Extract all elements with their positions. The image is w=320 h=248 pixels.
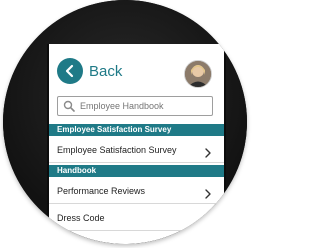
list-item-label: Employee Satisfaction Survey xyxy=(57,145,177,155)
list-item-label: Dress Code xyxy=(57,213,105,223)
section-header-handbook: Handbook xyxy=(49,165,224,177)
back-button[interactable]: Back xyxy=(57,58,122,84)
list-item-dress-code[interactable]: Dress Code xyxy=(49,205,224,231)
back-label: Back xyxy=(89,62,123,80)
list-item-label: Performance Reviews xyxy=(57,186,146,196)
chevron-right-icon xyxy=(204,145,212,158)
search-input[interactable] xyxy=(76,101,210,111)
phone-circle-frame: Back Employee Satisfaction Survey xyxy=(3,0,247,244)
list-item-employee-satisfaction-survey[interactable]: Employee Satisfaction Survey xyxy=(49,137,224,163)
chevron-right-icon xyxy=(204,186,212,199)
avatar[interactable] xyxy=(184,60,212,88)
back-arrow-icon xyxy=(57,58,83,84)
section-header-survey: Employee Satisfaction Survey xyxy=(49,124,224,136)
search-icon xyxy=(62,99,76,113)
search-box[interactable] xyxy=(57,96,213,116)
app-header: Back xyxy=(49,44,224,92)
app-screen: Back Employee Satisfaction Survey xyxy=(47,44,226,244)
list-item-performance-reviews[interactable]: Performance Reviews xyxy=(49,178,224,204)
chevron-right-icon xyxy=(204,213,212,226)
